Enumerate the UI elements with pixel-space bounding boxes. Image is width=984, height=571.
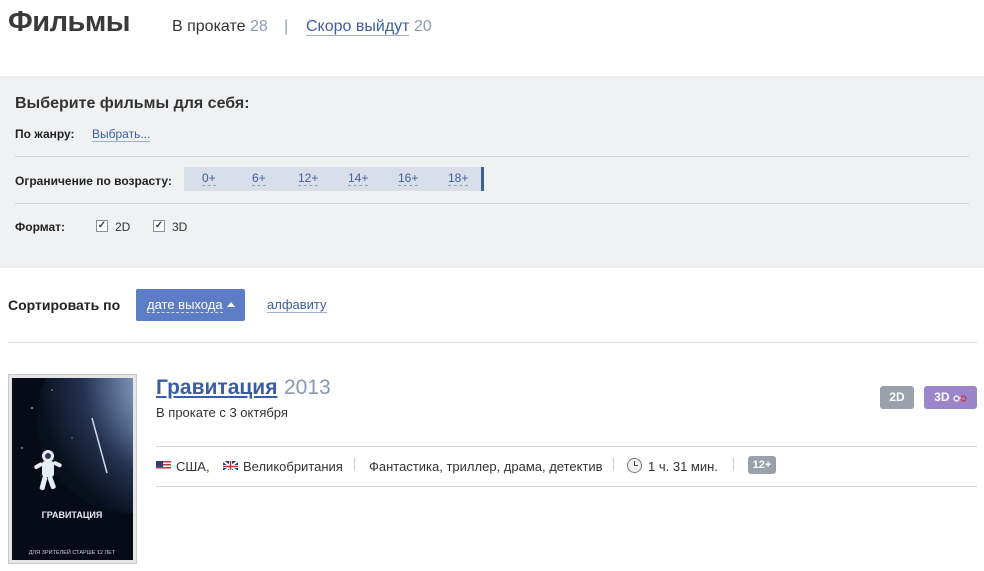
filter-heading: Выберите фильмы для себя: — [15, 95, 250, 112]
filter-divider — [15, 156, 969, 157]
filter-panel: Выберите фильмы для себя: По жанру: Выбр… — [0, 76, 984, 268]
meta-separator — [354, 458, 355, 471]
format-3d-checkbox[interactable]: ✓ — [153, 220, 165, 232]
sort-label: Сортировать по — [8, 297, 121, 313]
clock-icon — [627, 458, 642, 473]
meta-separator — [613, 458, 614, 471]
sort-by-date-button[interactable]: дате выхода — [136, 289, 245, 321]
coming-soon-link[interactable]: Скоро выйдут — [306, 18, 410, 36]
poster-age-note: ДЛЯ ЗРИТЕЛЕЙ СТАРШЕ 12 ЛЕТ — [29, 548, 116, 556]
meta-divider — [156, 486, 977, 487]
page-title: Фильмы — [8, 6, 131, 38]
page-header: Фильмы В прокате 28 | Скоро выйдут 20 — [0, 0, 984, 76]
caret-up-icon — [226, 302, 235, 307]
country-usa: США, — [176, 459, 210, 474]
age-option-6[interactable]: 6+ — [252, 172, 266, 186]
sort-by-alphabet-link[interactable]: алфавиту — [267, 297, 327, 313]
format-2d-checkbox[interactable]: ✓ — [96, 220, 108, 232]
poster-image: ГРАВИТАЦИЯ ДЛЯ ЗРИТЕЛЕЙ СТАРШЕ 12 ЛЕТ — [12, 378, 133, 560]
genre-select-link[interactable]: Выбрать... — [92, 127, 151, 142]
movie-genres: Фантастика, триллер, драма, детектив — [369, 459, 603, 474]
format-2d-badge: 2D — [880, 386, 914, 409]
now-playing-count: 28 — [249, 18, 268, 35]
age-limit-range[interactable]: 0+ 6+ 12+ 14+ 16+ 18+ — [184, 167, 484, 191]
coming-soon-count: 20 — [413, 18, 432, 35]
now-playing-tab[interactable]: В прокате 28 — [172, 18, 268, 36]
age-option-14[interactable]: 14+ — [348, 172, 369, 186]
genre-label: По жанру: — [15, 127, 75, 141]
movie-year: 2013 — [284, 376, 331, 399]
format-2d-label[interactable]: 2D — [115, 220, 130, 234]
format-3d-badge: 3D — [924, 386, 977, 409]
sort-by-date-label: дате выхода — [147, 297, 223, 313]
age-option-12[interactable]: 12+ — [298, 172, 319, 186]
format-3d-badge-label: 3D — [934, 390, 950, 404]
age-option-0[interactable]: 0+ — [202, 172, 216, 186]
movie-duration: 1 ч. 31 мин. — [648, 459, 718, 474]
coming-soon-tab[interactable]: Скоро выйдут 20 — [306, 18, 432, 36]
header-separator: | — [284, 18, 289, 35]
filter-divider — [15, 203, 969, 204]
meta-divider — [156, 446, 977, 447]
age-option-18[interactable]: 18+ — [448, 172, 469, 186]
movie-title-link[interactable]: Гравитация — [156, 376, 277, 399]
us-flag-icon — [156, 459, 171, 470]
now-playing-label: В прокате — [172, 18, 246, 35]
3d-glasses-icon — [953, 395, 967, 402]
age-option-16[interactable]: 16+ — [398, 172, 419, 186]
list-divider — [8, 342, 977, 343]
poster-title: ГРАВИТАЦИЯ — [42, 510, 103, 520]
meta-separator — [733, 458, 734, 471]
age-limit-label: Ограничение по возрасту: — [15, 174, 172, 188]
format-3d-label[interactable]: 3D — [172, 220, 187, 234]
release-date: В прокате с 3 октября — [156, 405, 288, 420]
movie-poster[interactable]: ГРАВИТАЦИЯ ДЛЯ ЗРИТЕЛЕЙ СТАРШЕ 12 ЛЕТ — [8, 374, 137, 564]
movie-title[interactable]: Гравитация — [156, 376, 277, 400]
format-label: Формат: — [15, 220, 66, 234]
country-uk: Великобритания — [243, 459, 343, 474]
uk-flag-icon — [223, 459, 238, 470]
age-rating-badge: 12+ — [748, 456, 776, 474]
